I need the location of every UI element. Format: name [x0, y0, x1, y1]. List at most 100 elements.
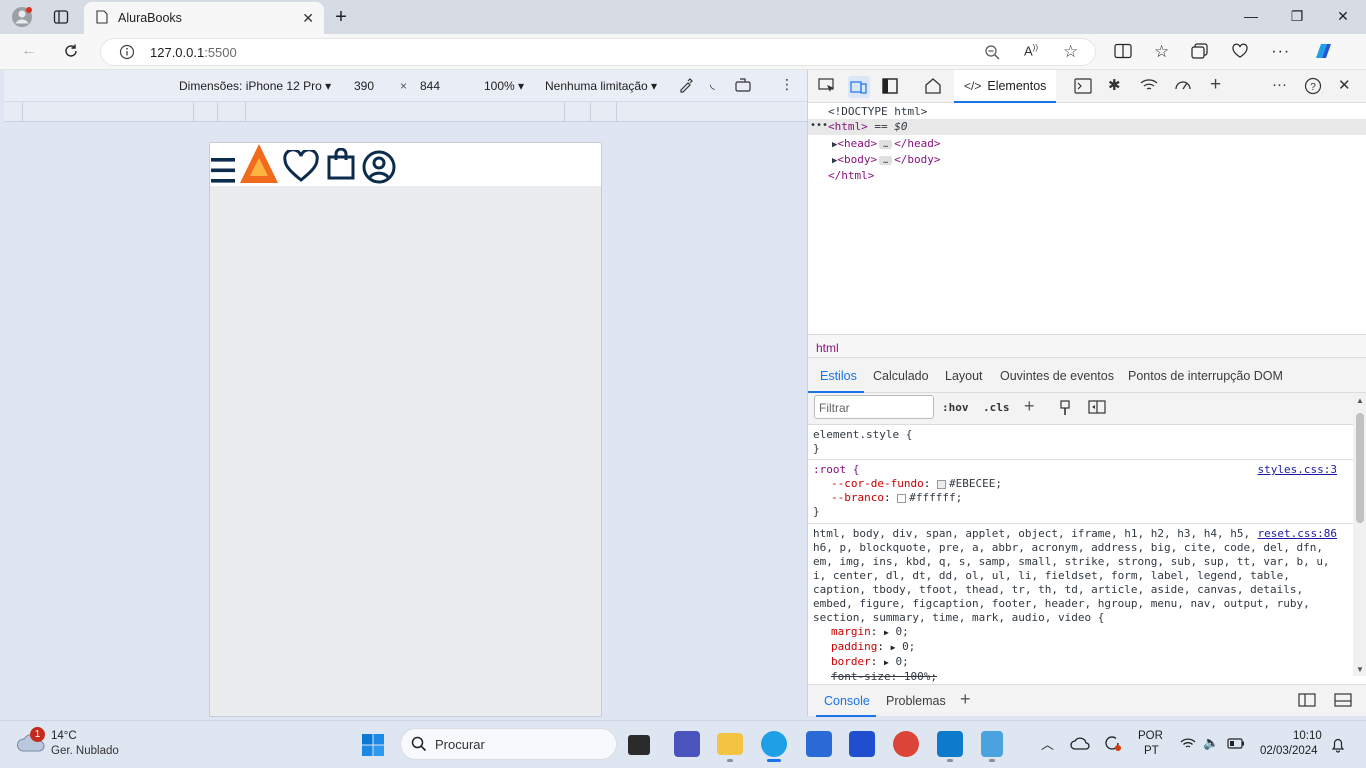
reload-icon[interactable]: [60, 40, 82, 62]
tab-elements[interactable]: </> Elementos: [954, 70, 1057, 103]
reset-source-link[interactable]: reset.css:86: [1258, 527, 1337, 541]
computed-sidebar-icon[interactable]: [1088, 400, 1106, 417]
tab-layout[interactable]: Layout: [945, 369, 983, 383]
more-options-icon[interactable]: ···: [1271, 43, 1290, 61]
zoom-select[interactable]: 100% ▾: [484, 79, 524, 93]
browser-essentials-icon[interactable]: [1231, 43, 1249, 62]
close-devtools-icon[interactable]: ✕: [1338, 76, 1351, 94]
notifications-bell-icon[interactable]: [1331, 737, 1345, 756]
favorites-icon[interactable]: ☆: [1154, 42, 1169, 62]
user-account-icon[interactable]: [362, 150, 396, 187]
new-tab-button[interactable]: +: [330, 6, 352, 28]
width-input[interactable]: 390: [354, 79, 374, 93]
scroll-down-icon[interactable]: ▼: [1356, 665, 1364, 674]
color-swatch[interactable]: [936, 479, 946, 489]
debugger-bug-icon[interactable]: ✱: [1108, 76, 1121, 94]
dock-side-icon[interactable]: [882, 78, 898, 97]
tab-dom-breakpoints[interactable]: Pontos de interrupção DOM: [1128, 369, 1283, 383]
color-picker-icon[interactable]: [678, 77, 694, 96]
close-drawer-icon[interactable]: [1334, 693, 1352, 710]
tab-computed[interactable]: Calculado: [873, 369, 929, 383]
sensors-icon[interactable]: ◟: [710, 76, 715, 92]
clock-date[interactable]: 02/03/2024: [1260, 745, 1318, 757]
tab-event-listeners[interactable]: Ouvintes de eventos: [1000, 369, 1114, 383]
breadcrumb-item-html[interactable]: html: [816, 340, 839, 356]
tab-console[interactable]: Console: [824, 694, 870, 708]
more-tools-icon[interactable]: +: [1210, 74, 1221, 96]
var-branco[interactable]: --branco: #ffffff;: [813, 491, 1348, 505]
help-icon[interactable]: ?: [1304, 77, 1322, 98]
tab-styles[interactable]: Estilos: [820, 369, 857, 383]
paint-brush-icon[interactable]: [1058, 400, 1072, 419]
weather-temp[interactable]: 14°C: [51, 730, 77, 742]
prop-padding[interactable]: padding: ▶ 0;: [813, 640, 1348, 655]
inspect-element-icon[interactable]: [818, 78, 836, 97]
prop-font-size-overridden[interactable]: font-size: 100%;: [813, 670, 1348, 684]
scroll-up-icon[interactable]: ▲: [1356, 396, 1364, 405]
var-cor-de-fundo[interactable]: --cor-de-fundo: #EBECEE;: [813, 477, 1348, 491]
device-emulation-icon[interactable]: [848, 76, 870, 98]
network-wifi-icon[interactable]: [1140, 77, 1158, 96]
doctype-node[interactable]: <!DOCTYPE html>: [828, 105, 927, 118]
html-close-tag[interactable]: </html>: [828, 169, 874, 182]
profile-avatar-icon[interactable]: [10, 5, 34, 29]
color-swatch[interactable]: [897, 493, 907, 503]
close-tab-icon[interactable]: ✕: [302, 10, 314, 27]
body-node[interactable]: ▶<body>… </body>: [832, 153, 941, 166]
device-more-icon[interactable]: ⋮: [780, 76, 794, 93]
start-windows-icon[interactable]: [361, 733, 385, 760]
weather-desc[interactable]: Ger. Nublado: [51, 745, 119, 757]
favorite-star-icon[interactable]: ☆: [1063, 42, 1078, 62]
styles-scrollbar[interactable]: ▲ ▼: [1353, 393, 1366, 676]
wifi-icon[interactable]: [1180, 737, 1196, 753]
styles-source-link[interactable]: styles.css:3: [1258, 463, 1337, 477]
show-hidden-icons-chevron[interactable]: ︿: [1041, 734, 1054, 753]
html-node-row[interactable]: ••• <html> == $0: [808, 119, 1366, 135]
console-icon[interactable]: [1074, 78, 1092, 97]
scrollbar-thumb[interactable]: [1356, 413, 1364, 523]
vscode-icon[interactable]: [937, 731, 963, 757]
back-icon[interactable]: ←: [18, 40, 40, 62]
hov-toggle[interactable]: :hov: [942, 401, 969, 415]
visual-studio-icon[interactable]: [849, 731, 875, 757]
browser-tab[interactable]: AluraBooks ✕: [84, 2, 324, 34]
throttling-select[interactable]: Nenhuma limitação ▾: [545, 79, 657, 93]
menu-hamburger-icon[interactable]: [210, 157, 236, 187]
notepad-icon[interactable]: [981, 731, 1003, 757]
taskbar-search[interactable]: Procurar: [400, 728, 617, 760]
cls-toggle[interactable]: .cls: [983, 401, 1010, 415]
close-window-icon[interactable]: ✕: [1320, 0, 1366, 32]
filter-input[interactable]: Filtrar: [814, 395, 934, 419]
prop-border[interactable]: border: ▶ 0;: [813, 655, 1348, 670]
shopping-bag-icon[interactable]: [327, 147, 355, 183]
teams-icon[interactable]: [674, 731, 700, 757]
maximize-icon[interactable]: ❐: [1274, 0, 1320, 32]
head-node[interactable]: ▶<head>… </head>: [832, 137, 941, 150]
dock-drawer-icon[interactable]: [1298, 693, 1316, 710]
add-drawer-tab-icon[interactable]: +: [960, 689, 971, 710]
zoom-out-icon[interactable]: [984, 44, 1000, 63]
alurabooks-logo-icon[interactable]: [238, 143, 280, 188]
url-text[interactable]: 127.0.0.1:5500: [150, 45, 237, 60]
task-view-icon[interactable]: [628, 735, 650, 755]
rotate-icon[interactable]: [734, 77, 752, 96]
device-select[interactable]: Dimensões: iPhone 12 Pro ▾: [179, 79, 331, 93]
prop-margin[interactable]: margin: ▶ 0;: [813, 625, 1348, 640]
microsoft-store-icon[interactable]: [806, 731, 832, 757]
favorites-heart-icon[interactable]: [283, 148, 319, 185]
address-bar[interactable]: 127.0.0.1:5500 A)) ☆: [100, 38, 1096, 66]
element-style-selector[interactable]: element.style {: [813, 428, 1348, 442]
welcome-home-icon[interactable]: [924, 77, 942, 97]
split-screen-icon[interactable]: [1114, 43, 1132, 62]
info-icon[interactable]: [119, 44, 135, 63]
collections-icon[interactable]: [1191, 42, 1209, 62]
devtools-more-icon[interactable]: ···: [1272, 76, 1287, 93]
file-explorer-icon[interactable]: [717, 733, 743, 755]
height-input[interactable]: 844: [420, 79, 440, 93]
input-language[interactable]: POR: [1138, 730, 1163, 742]
input-keyboard[interactable]: PT: [1144, 745, 1159, 757]
node-more-icon[interactable]: •••: [810, 120, 828, 131]
vertical-tabs-icon[interactable]: [50, 6, 72, 28]
tab-problems[interactable]: Problemas: [886, 694, 946, 708]
sync-icon[interactable]: [1102, 734, 1122, 755]
